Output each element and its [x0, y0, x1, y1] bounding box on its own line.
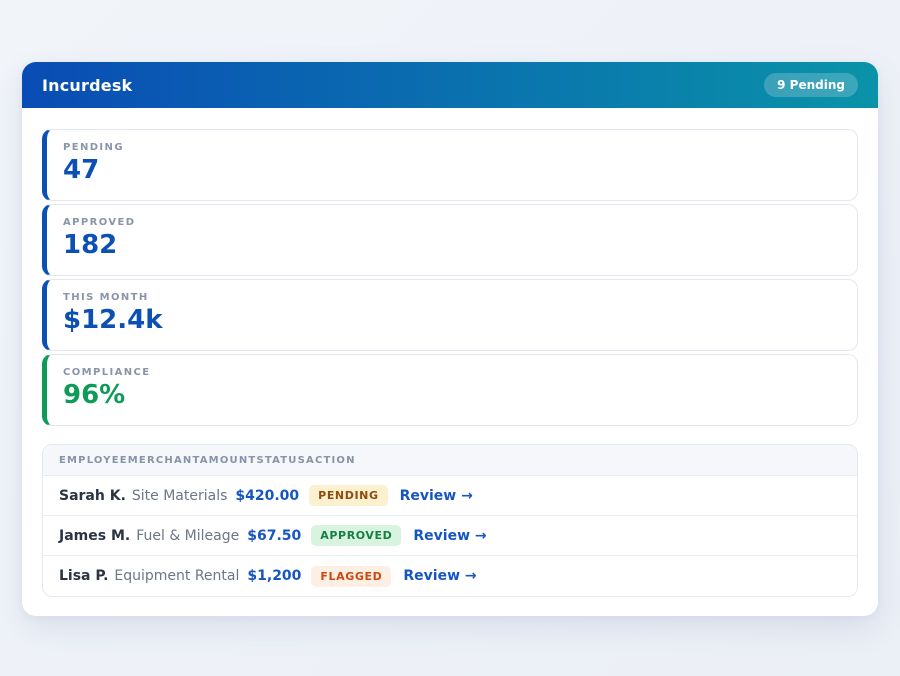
app-card: Incurdesk 9 Pending PENDING 47 APPROVED … [22, 62, 878, 616]
table-row: James M. Fuel & Mileage $67.50 APPROVED … [43, 516, 857, 556]
employee-name: Sarah K. [59, 488, 126, 504]
employee-name: Lisa P. [59, 568, 108, 584]
stat-label: PENDING [63, 142, 839, 153]
column-header-action: ACTION [306, 455, 356, 466]
stat-value: 96% [63, 381, 839, 411]
stat-label: APPROVED [63, 217, 839, 228]
expense-amount: $67.50 [247, 528, 301, 544]
column-header-status: STATUS [256, 455, 306, 466]
expense-amount: $1,200 [247, 568, 301, 584]
stat-card-pending: PENDING 47 [42, 129, 858, 201]
stat-value: 47 [63, 156, 839, 186]
review-link[interactable]: Review → [413, 528, 486, 544]
expense-table: EMPLOYEEMERCHANTAMOUNTSTATUSACTION Sarah… [42, 444, 858, 597]
merchant-name: Equipment Rental [114, 568, 239, 584]
status-badge: FLAGGED [311, 566, 391, 587]
review-link[interactable]: Review → [400, 488, 473, 504]
column-header-employee: EMPLOYEE [59, 455, 128, 466]
stat-label: THIS MONTH [63, 292, 839, 303]
pending-count-badge: 9 Pending [764, 73, 858, 97]
stat-card-approved: APPROVED 182 [42, 204, 858, 276]
status-badge: APPROVED [311, 525, 401, 546]
table-row: Lisa P. Equipment Rental $1,200 FLAGGED … [43, 556, 857, 596]
stat-value: 182 [63, 231, 839, 261]
table-header-row: EMPLOYEEMERCHANTAMOUNTSTATUSACTION [43, 445, 857, 476]
stat-value: $12.4k [63, 306, 839, 336]
review-link[interactable]: Review → [403, 568, 476, 584]
status-badge: PENDING [309, 485, 387, 506]
expense-amount: $420.00 [235, 488, 299, 504]
stats-section: PENDING 47 APPROVED 182 THIS MONTH $12.4… [22, 108, 878, 426]
app-title: Incurdesk [42, 76, 132, 95]
employee-name: James M. [59, 528, 130, 544]
merchant-name: Site Materials [132, 488, 228, 504]
column-header-amount: AMOUNT [200, 455, 257, 466]
stat-card-this-month: THIS MONTH $12.4k [42, 279, 858, 351]
stat-label: COMPLIANCE [63, 367, 839, 378]
merchant-name: Fuel & Mileage [136, 528, 239, 544]
stat-card-compliance: COMPLIANCE 96% [42, 354, 858, 426]
table-row: Sarah K. Site Materials $420.00 PENDING … [43, 476, 857, 516]
column-header-merchant: MERCHANT [128, 455, 200, 466]
app-header: Incurdesk 9 Pending [22, 62, 878, 108]
